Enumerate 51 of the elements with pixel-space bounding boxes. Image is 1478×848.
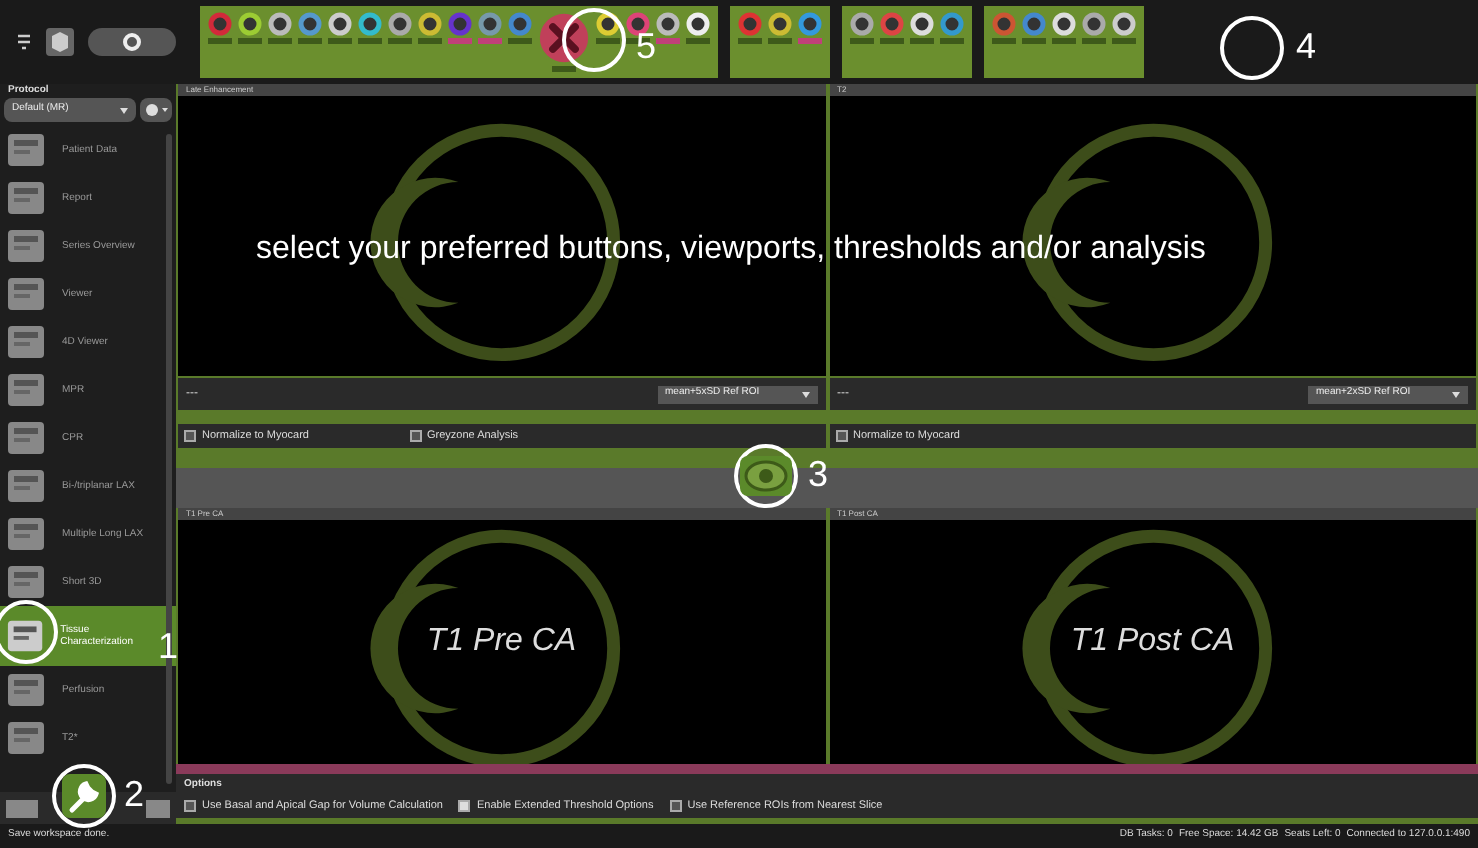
menu-icon[interactable] [16, 32, 32, 52]
remove-button[interactable] [146, 799, 170, 817]
checkbox[interactable] [409, 430, 421, 442]
ring-icon[interactable] [358, 12, 382, 36]
ring-icon[interactable] [768, 12, 792, 36]
ring-icon[interactable] [1082, 12, 1106, 36]
module-icon [6, 672, 46, 708]
annotation-number: 4 [1296, 28, 1317, 64]
ring-icon[interactable] [418, 12, 442, 36]
cube-icon[interactable] [44, 26, 76, 58]
caret-icon [120, 107, 128, 113]
ring-icon[interactable] [656, 12, 680, 36]
module-icon [6, 276, 46, 312]
eye-icon[interactable] [740, 456, 792, 496]
module-icon [6, 420, 46, 456]
ring-icon[interactable] [388, 12, 412, 36]
module-icon [6, 720, 46, 756]
module-icon [6, 228, 46, 264]
caret-icon [1452, 391, 1460, 397]
module-icon [6, 372, 46, 408]
caret-icon [801, 391, 809, 397]
viewport-caption: T1 Pre CA [426, 622, 577, 662]
checkbox[interactable] [458, 799, 471, 812]
navigation-control[interactable] [88, 28, 176, 56]
viewport[interactable]: T1 Post CA [829, 520, 1476, 764]
module-icon [6, 180, 46, 216]
annotation-number: 2 [124, 776, 145, 812]
module-icon [6, 516, 46, 552]
ring-icon[interactable] [238, 12, 262, 36]
module-icon [6, 132, 46, 168]
module-icon [6, 564, 46, 600]
checkbox[interactable] [835, 430, 847, 442]
checkbox[interactable] [184, 799, 196, 812]
ring-icon[interactable] [626, 12, 650, 36]
add-button[interactable] [6, 799, 38, 817]
checkbox[interactable] [184, 430, 196, 442]
gear-icon[interactable] [140, 98, 172, 122]
annotation-number: 1 [158, 628, 179, 664]
ring-icon[interactable] [850, 12, 874, 36]
ring-icon[interactable] [268, 12, 292, 36]
viewport-caption: T1 Post CA [1070, 622, 1235, 662]
module-icon [6, 618, 45, 654]
module-icon [6, 324, 46, 360]
wrench-icon[interactable] [62, 774, 106, 818]
annotation-number: 5 [636, 28, 657, 64]
module-icon [6, 468, 46, 504]
viewport[interactable]: T1 Pre CA [178, 520, 825, 764]
checkbox[interactable] [669, 799, 682, 812]
instruction-text: select your preferred buttons, viewports, thresholds and/or analysis [256, 230, 1206, 270]
annotation-number: 3 [808, 456, 829, 492]
delete-icon[interactable] [538, 12, 590, 64]
